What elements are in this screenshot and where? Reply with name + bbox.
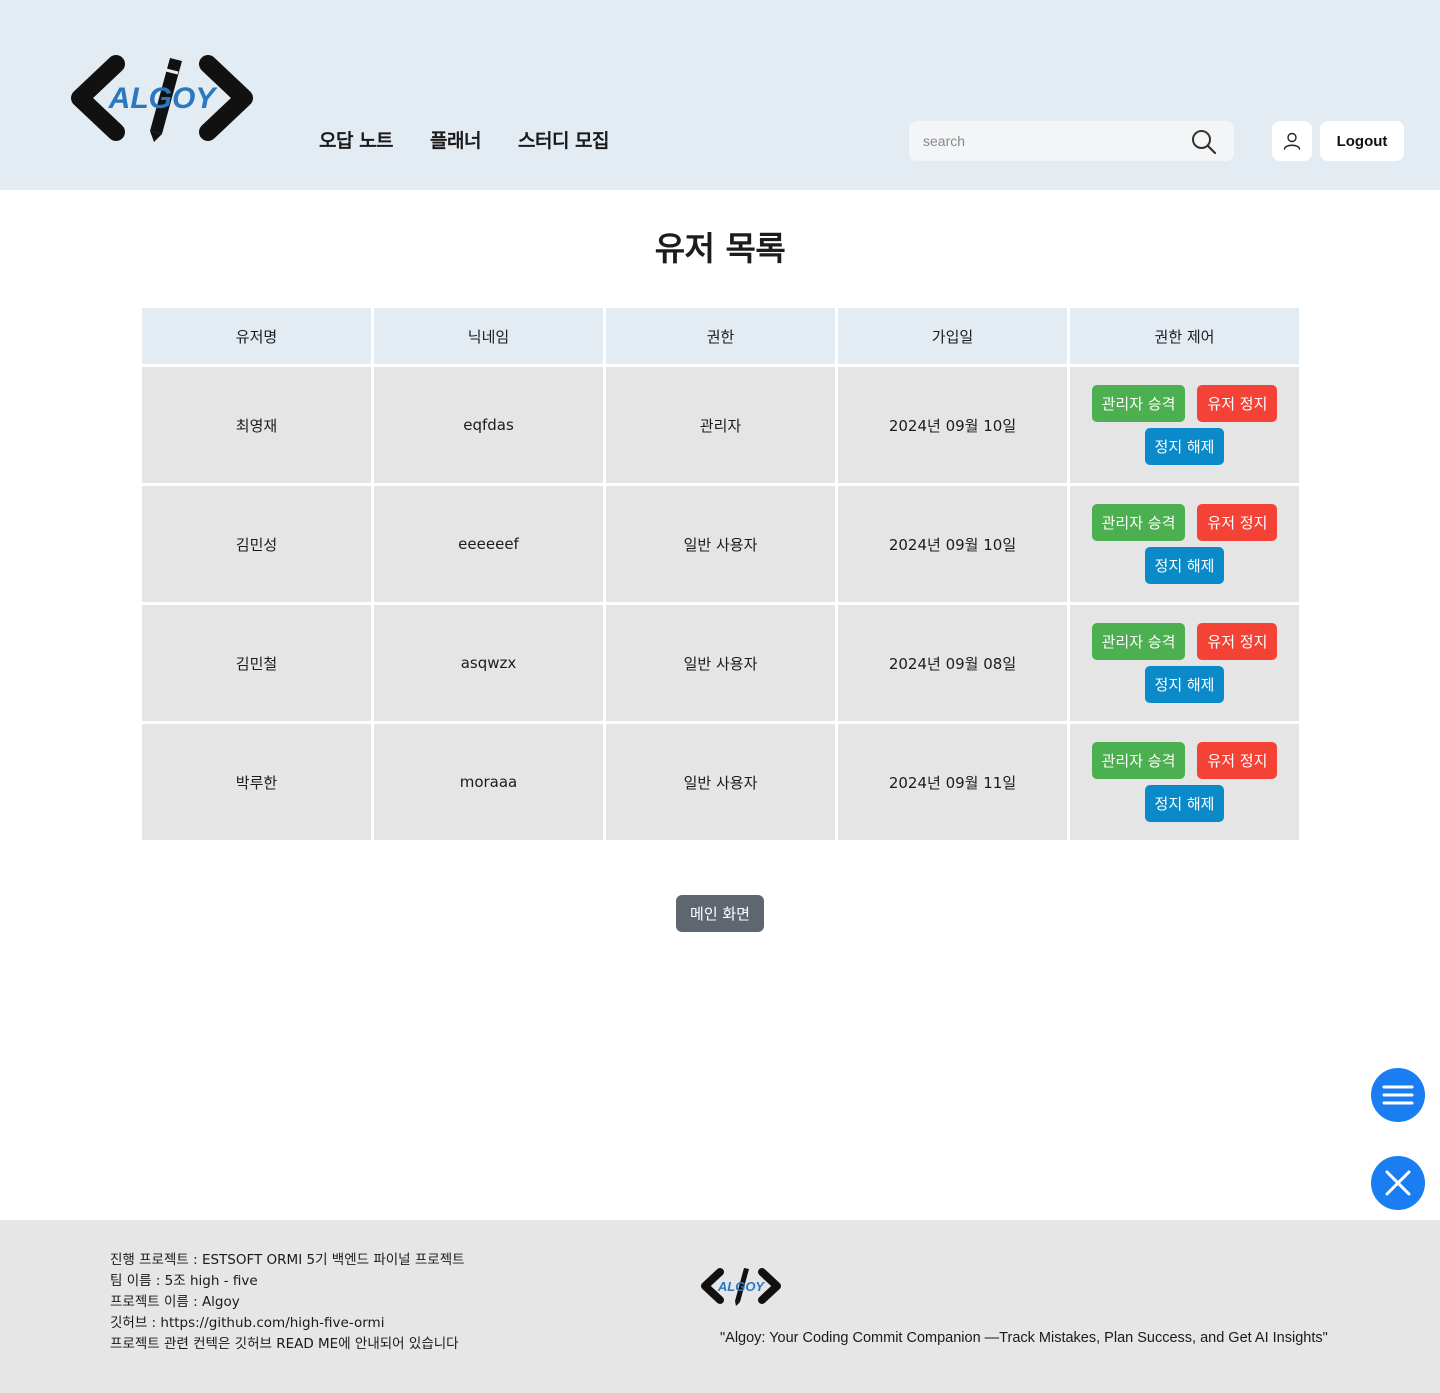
cell-nickname: eeeeeef xyxy=(374,486,603,602)
cell-username: 김민철 xyxy=(142,605,371,721)
unsuspend-user-button[interactable]: 정지 해제 xyxy=(1144,547,1225,584)
cell-username: 박루한 xyxy=(142,724,371,840)
column-header-nickname: 닉네임 xyxy=(374,308,603,364)
search-input[interactable] xyxy=(923,121,1183,161)
cell-role-control: 관리자 승격 유저 정지 정지 해제 xyxy=(1070,605,1299,721)
promote-admin-button[interactable]: 관리자 승격 xyxy=(1091,385,1186,422)
cell-role: 일반 사용자 xyxy=(606,605,835,721)
floating-close-button[interactable] xyxy=(1371,1156,1425,1210)
main-page-button[interactable]: 메인 화면 xyxy=(676,895,764,932)
table-row: 최영재 eqfdas 관리자 2024년 09월 10일 관리자 승격 유저 정… xyxy=(142,367,1299,483)
svg-text:ALGOY: ALGOY xyxy=(108,82,219,115)
column-header-role-control: 권한 제어 xyxy=(1070,308,1299,364)
cell-role-control: 관리자 승격 유저 정지 정지 해제 xyxy=(1070,367,1299,483)
page-title: 유저 목록 xyxy=(654,229,786,268)
suspend-user-button[interactable]: 유저 정지 xyxy=(1197,385,1278,422)
footer-project-info: 진행 프로젝트 : ESTSOFT ORMI 5기 백엔드 파이널 프로젝트 팀… xyxy=(110,1250,465,1355)
column-header-joined: 가입일 xyxy=(838,308,1067,364)
cell-nickname: eqfdas xyxy=(374,367,603,483)
suspend-user-button[interactable]: 유저 정지 xyxy=(1197,504,1278,541)
floating-menu-button[interactable] xyxy=(1371,1068,1425,1122)
hamburger-menu-icon xyxy=(1382,1085,1414,1105)
site-footer: 진행 프로젝트 : ESTSOFT ORMI 5기 백엔드 파이널 프로젝트 팀… xyxy=(0,1220,1440,1393)
promote-admin-button[interactable]: 관리자 승격 xyxy=(1091,742,1186,779)
search-box xyxy=(909,121,1234,161)
close-icon xyxy=(1385,1170,1411,1196)
cell-role: 관리자 xyxy=(606,367,835,483)
site-header: ALGOY 오답 노트 플래너 스터디 모집 Logout xyxy=(0,0,1440,190)
logout-button[interactable]: Logout xyxy=(1320,121,1404,161)
footer-tagline: "Algoy: Your Coding Commit Companion —Tr… xyxy=(720,1330,1328,1346)
nav-wrong-answer-notes[interactable]: 오답 노트 xyxy=(319,126,394,153)
suspend-user-button[interactable]: 유저 정지 xyxy=(1197,742,1278,779)
svg-text:ALGOY: ALGOY xyxy=(717,1279,766,1294)
user-icon xyxy=(1283,132,1301,150)
search-icon[interactable] xyxy=(1190,128,1218,156)
promote-admin-button[interactable]: 관리자 승격 xyxy=(1091,623,1186,660)
user-table: 유저명 닉네임 권한 가입일 권한 제어 최영재 eqfdas 관리자 2024… xyxy=(139,305,1302,843)
footer-contact-line: 프로젝트 관련 컨텍은 깃허브 READ ME에 안내되어 있습니다 xyxy=(110,1336,459,1352)
footer-project-line: 진행 프로젝트 : ESTSOFT ORMI 5기 백엔드 파이널 프로젝트 xyxy=(110,1252,465,1268)
nav-planner[interactable]: 플래너 xyxy=(430,126,481,153)
table-header-row: 유저명 닉네임 권한 가입일 권한 제어 xyxy=(142,308,1299,364)
cell-username: 김민성 xyxy=(142,486,371,602)
suspend-user-button[interactable]: 유저 정지 xyxy=(1197,623,1278,660)
table-row: 김민철 asqwzx 일반 사용자 2024년 09월 08일 관리자 승격 유… xyxy=(142,605,1299,721)
cell-username: 최영재 xyxy=(142,367,371,483)
cell-nickname: moraaa xyxy=(374,724,603,840)
promote-admin-button[interactable]: 관리자 승격 xyxy=(1091,504,1186,541)
footer-project-name-line: 프로젝트 이름 : Algoy xyxy=(110,1294,240,1310)
column-header-username: 유저명 xyxy=(142,308,371,364)
cell-joined: 2024년 09월 11일 xyxy=(838,724,1067,840)
unsuspend-user-button[interactable]: 정지 해제 xyxy=(1144,666,1225,703)
table-row: 박루한 moraaa 일반 사용자 2024년 09월 11일 관리자 승격 유… xyxy=(142,724,1299,840)
nav-study-recruit[interactable]: 스터디 모집 xyxy=(518,126,610,153)
column-header-role: 권한 xyxy=(606,308,835,364)
unsuspend-user-button[interactable]: 정지 해제 xyxy=(1144,785,1225,822)
cell-joined: 2024년 09월 10일 xyxy=(838,367,1067,483)
cell-role: 일반 사용자 xyxy=(606,486,835,602)
footer-github-line: 깃허브 : https://github.com/high-five-ormi xyxy=(110,1315,385,1331)
cell-role: 일반 사용자 xyxy=(606,724,835,840)
unsuspend-user-button[interactable]: 정지 해제 xyxy=(1144,428,1225,465)
cell-nickname: asqwzx xyxy=(374,605,603,721)
cell-joined: 2024년 09월 10일 xyxy=(838,486,1067,602)
cell-role-control: 관리자 승격 유저 정지 정지 해제 xyxy=(1070,486,1299,602)
algoy-logo[interactable]: ALGOY xyxy=(66,50,258,146)
footer-team-line: 팀 이름 : 5조 high - five xyxy=(110,1273,258,1289)
main-nav: 오답 노트 플래너 스터디 모집 xyxy=(319,126,610,153)
table-row: 김민성 eeeeeef 일반 사용자 2024년 09월 10일 관리자 승격 … xyxy=(142,486,1299,602)
cell-joined: 2024년 09월 08일 xyxy=(838,605,1067,721)
cell-role-control: 관리자 승격 유저 정지 정지 해제 xyxy=(1070,724,1299,840)
footer-algoy-logo: ALGOY xyxy=(701,1268,781,1306)
profile-button[interactable] xyxy=(1272,121,1312,161)
